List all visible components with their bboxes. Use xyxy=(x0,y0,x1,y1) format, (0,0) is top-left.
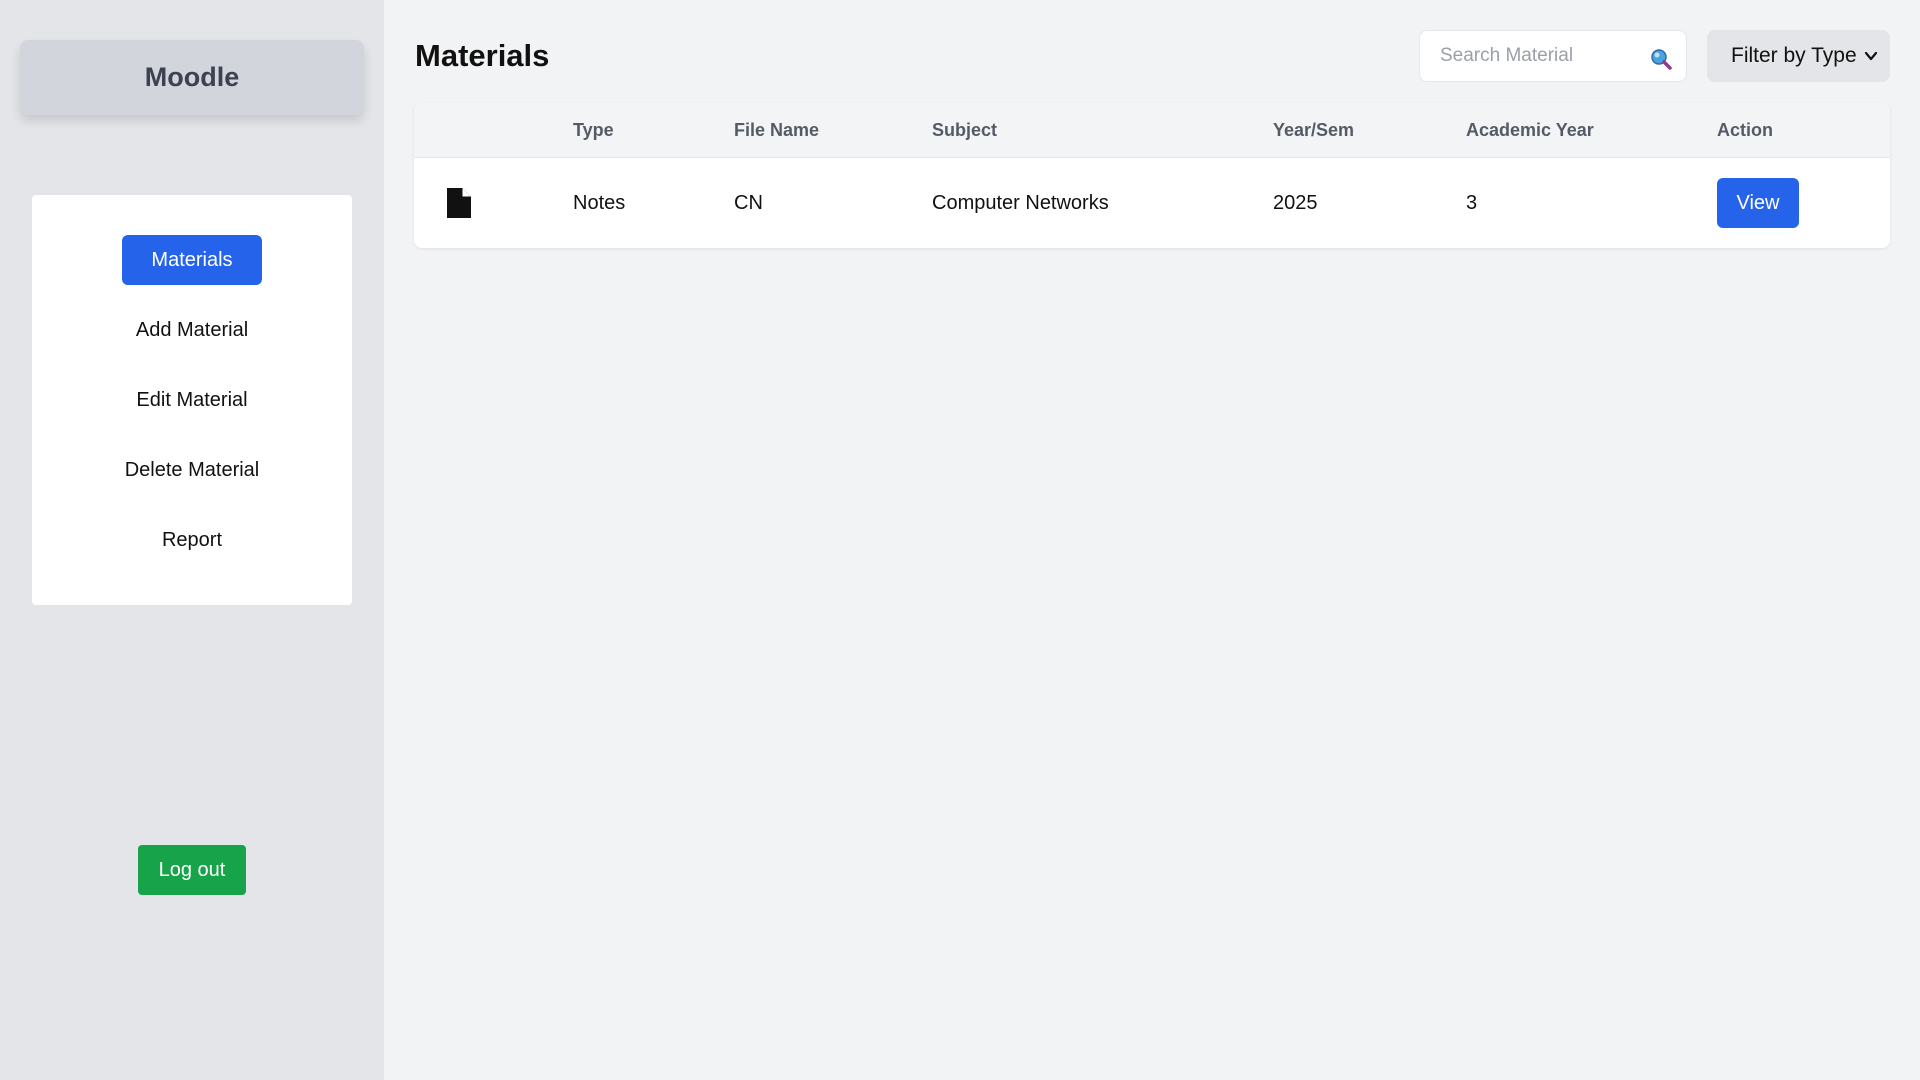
search-icon[interactable] xyxy=(1649,47,1673,71)
header-year-sem: Year/Sem xyxy=(1273,120,1355,140)
cell-year-sem: 2025 xyxy=(1273,192,1318,214)
view-button[interactable]: View xyxy=(1717,178,1799,228)
sidebar-item-add-material[interactable]: Add Material xyxy=(32,305,352,355)
brand-logo: Moodle xyxy=(20,40,364,115)
header-file-name: File Name xyxy=(734,120,820,140)
search-input[interactable] xyxy=(1420,31,1650,81)
logout-button[interactable]: Log out xyxy=(138,845,246,895)
cell-type: Notes xyxy=(573,192,626,214)
cell-subject: Computer Networks xyxy=(932,192,1109,214)
sidebar-item-report[interactable]: Report xyxy=(32,515,352,565)
header-action: Action xyxy=(1717,120,1773,140)
chevron-down-icon xyxy=(1864,51,1878,61)
sidebar: Moodle Materials Add Material Edit Mater… xyxy=(0,0,384,1080)
search-box xyxy=(1419,30,1687,82)
page-title: Materials xyxy=(415,38,550,73)
file-icon xyxy=(447,188,471,218)
cell-file-name: CN xyxy=(734,192,763,214)
sidebar-nav: Materials Add Material Edit Material Del… xyxy=(32,195,352,605)
cell-academic-year: 3 xyxy=(1466,192,1478,214)
sidebar-item-delete-material[interactable]: Delete Material xyxy=(32,445,352,495)
filter-selected-value: Filter by Type xyxy=(1731,44,1857,67)
filter-type-select[interactable]: Filter by Type xyxy=(1707,30,1890,82)
materials-table: Type File Name Subject Year/Sem Academic… xyxy=(414,103,1890,248)
table-header: Type File Name Subject Year/Sem Academic… xyxy=(414,103,1890,158)
sidebar-item-edit-material[interactable]: Edit Material xyxy=(32,375,352,425)
header-subject: Subject xyxy=(932,120,998,140)
sidebar-item-materials[interactable]: Materials xyxy=(122,235,262,285)
header-academic-year: Academic Year xyxy=(1466,120,1594,140)
header-type: Type xyxy=(573,120,614,140)
